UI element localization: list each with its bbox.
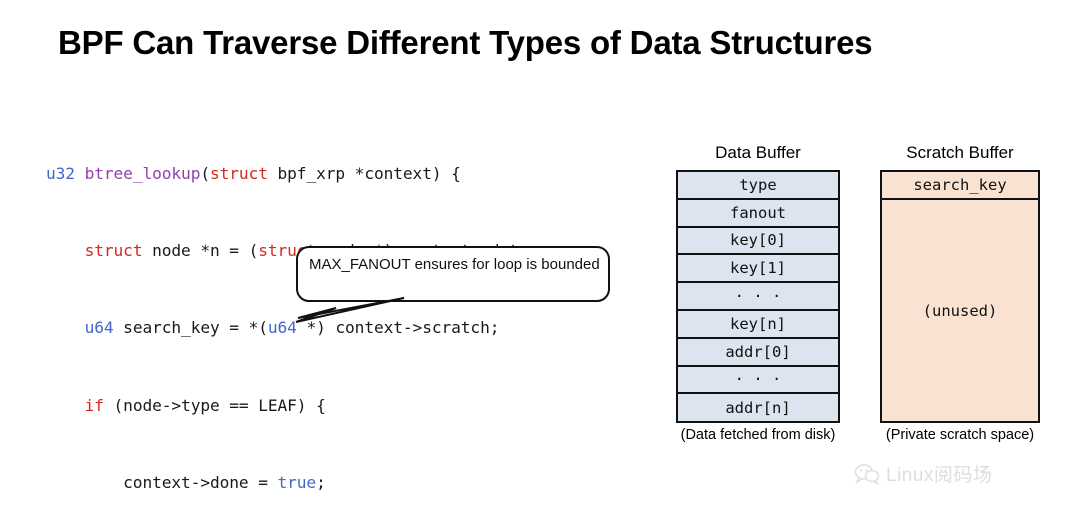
- watermark: Linux阅码场: [854, 460, 992, 487]
- data-buffer-caption: (Data fetched from disk): [680, 427, 836, 443]
- table-row: key[1]: [678, 255, 838, 284]
- table-row: · · ·: [678, 367, 838, 395]
- code-line: u32 btree_lookup(struct bpf_xrp *context…: [46, 163, 461, 183]
- table-row: key[0]: [678, 228, 838, 256]
- page-title: BPF Can Traverse Different Types of Data…: [58, 24, 873, 61]
- table-row: addr[n]: [725, 399, 791, 418]
- scratch-buffer-caption: (Private scratch space): [885, 427, 1035, 443]
- wechat-icon: [854, 463, 880, 485]
- callout-text: MAX_FANOUT ensures for loop is bounded: [309, 256, 600, 273]
- watermark-text: Linux阅码场: [886, 465, 993, 486]
- code-line: context->done = true;: [46, 473, 326, 493]
- table-row: addr[0]: [678, 339, 838, 367]
- table-row: key[n]: [678, 311, 838, 339]
- scratch-buffer-table: search_key (unused): [880, 170, 1040, 423]
- code-line: if (node->type == LEAF) {: [84, 395, 326, 415]
- table-row: · · ·: [678, 283, 838, 311]
- callout-tail-icon: [295, 297, 405, 323]
- table-row: (unused): [922, 301, 998, 320]
- data-buffer-table: type fanout key[0] key[1] · · · key[n] a…: [676, 170, 840, 423]
- data-buffer-header: Data Buffer: [715, 143, 801, 162]
- callout-bubble: MAX_FANOUT ensures for loop is bounded: [296, 246, 610, 302]
- table-row: search_key: [882, 172, 1038, 200]
- scratch-buffer-header: Scratch Buffer: [906, 143, 1014, 162]
- table-row: fanout: [678, 200, 838, 228]
- slide-canvas: BPF Can Traverse Different Types of Data…: [0, 0, 1080, 517]
- table-row: type: [678, 172, 838, 200]
